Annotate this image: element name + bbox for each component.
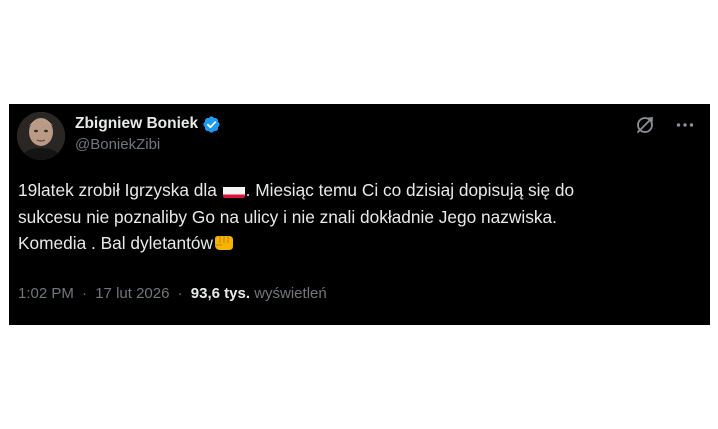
- tweet-time[interactable]: 1:02 PM: [18, 285, 74, 302]
- poland-flag-icon: [222, 183, 245, 198]
- views-count[interactable]: 93,6 tys.: [191, 285, 250, 302]
- grok-icon[interactable]: [634, 114, 656, 136]
- views-label: wyświetleń: [254, 285, 327, 302]
- tweet-card: Zbigniew Boniek @BoniekZibi 19latek zrob…: [9, 104, 710, 325]
- tweet-text-segment: . Miesiąc temu Ci co dzisiaj dopisują si…: [245, 180, 575, 200]
- author-info: Zbigniew Boniek @BoniekZibi: [75, 114, 221, 153]
- tweet-meta: 1:02 PM · 17 lut 2026 · 93,6 tys. wyświe…: [18, 285, 327, 302]
- handle[interactable]: @BoniekZibi: [75, 136, 221, 153]
- top-actions: [634, 114, 696, 136]
- tweet-date[interactable]: 17 lut 2026: [95, 285, 169, 302]
- tweet-text-line-3: Komedia . Bal dyletantów: [18, 230, 698, 257]
- display-name[interactable]: Zbigniew Boniek: [75, 115, 198, 133]
- more-icon[interactable]: [674, 114, 696, 136]
- name-row: Zbigniew Boniek: [75, 114, 221, 134]
- tweet-text-segment: 19latek zrobił Igrzyska dla: [18, 180, 222, 200]
- meta-separator: ·: [82, 285, 88, 302]
- tweet-text-segment: Komedia . Bal dyletantów: [18, 233, 214, 253]
- avatar[interactable]: [17, 112, 65, 160]
- meta-separator: ·: [177, 285, 183, 302]
- tweet-text-line-1: 19latek zrobił Igrzyska dla . Miesiąc te…: [18, 177, 698, 204]
- verified-badge-icon: [202, 115, 221, 134]
- fist-bump-icon: [213, 233, 235, 251]
- tweet-text-line-2: sukcesu nie poznaliby Go na ulicy i nie …: [18, 206, 557, 227]
- tweet-text: 19latek zrobił Igrzyska dla . Miesiąc te…: [18, 177, 698, 257]
